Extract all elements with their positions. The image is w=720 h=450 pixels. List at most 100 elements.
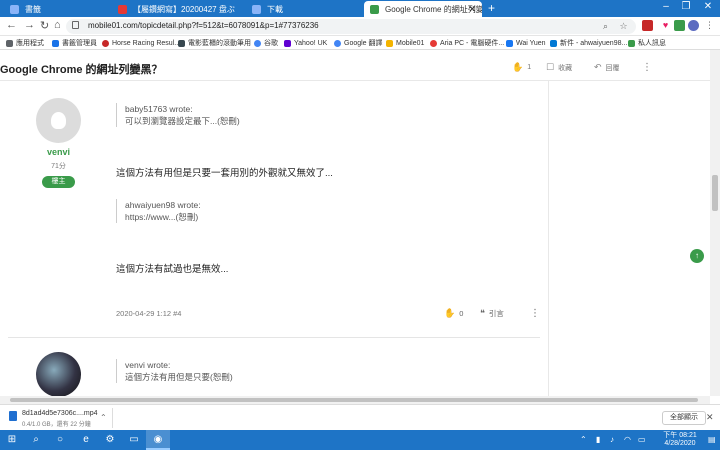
browser-window: 書籤 【屬鑽網寫】20200427 盘ぶ 下載 Google Chrome 的網… xyxy=(0,0,720,450)
windows-start-icon[interactable]: ⊞ xyxy=(0,430,24,450)
profile-avatar[interactable] xyxy=(688,20,699,31)
post-like-count: 0 xyxy=(459,309,464,318)
quote-button[interactable]: ❝ 引言 xyxy=(480,308,504,319)
quote-text[interactable]: 可以到瀏覽器設定最下...(恕刪) xyxy=(125,115,240,127)
bookmark-wai-yuen[interactable]: Wai Yuen xyxy=(506,38,546,48)
tab-bookmarks[interactable]: 書籤 xyxy=(4,1,112,17)
divider xyxy=(112,408,113,428)
volume-icon[interactable]: ♪ xyxy=(610,435,614,444)
vertical-scrollbar[interactable] xyxy=(710,50,720,396)
minimize-button[interactable]: – xyxy=(656,1,676,12)
address-bar[interactable]: mobile01.com/topicdetail.php?f=512&t=607… xyxy=(66,19,636,34)
network-icon[interactable]: ▮ xyxy=(596,435,600,444)
bookmark-manager[interactable]: 書籤管理員 xyxy=(52,38,97,48)
reply-button[interactable]: ↶ 回覆 xyxy=(594,62,620,73)
save-label: 收藏 xyxy=(558,64,573,72)
post-like-button[interactable]: ✋ 0 xyxy=(444,308,463,319)
maximize-button[interactable]: ❐ xyxy=(676,1,696,12)
heart-extension-icon[interactable]: ♥ xyxy=(660,20,671,31)
notification-icon[interactable]: ▤ xyxy=(708,435,716,444)
close-icon[interactable]: ✕ xyxy=(706,412,714,423)
search-icon[interactable]: ⌕ xyxy=(24,430,48,450)
bookmark-label: 電影藍櫃的滾動筆用 xyxy=(188,40,251,47)
quote-label: 引言 xyxy=(488,309,504,318)
bookmark-icon xyxy=(10,4,19,14)
bookmark-aria-pc[interactable]: Aria PC - 電腦硬件... xyxy=(430,38,504,48)
tab-title: 下載 xyxy=(267,4,283,14)
bookmark-google-translate[interactable]: Google 翻譯 xyxy=(334,38,383,48)
avatar[interactable] xyxy=(36,98,81,143)
home-icon[interactable]: ⌂ xyxy=(54,19,61,31)
quote-text[interactable]: https://www...(恕刪) xyxy=(125,211,201,223)
tab-downloads[interactable]: 下載 xyxy=(246,1,362,17)
settings-icon[interactable]: ⚙ xyxy=(98,430,122,450)
site-icon xyxy=(102,39,109,47)
tab-active-topic[interactable]: Google Chrome 的網址列變黑？ ✕ xyxy=(364,1,482,17)
lock-icon xyxy=(72,21,79,29)
username[interactable]: venvi xyxy=(36,147,81,157)
taskbar: ⊞ ⌕ ○ e ⚙ ▭ ◉ ⌃ ▮ ♪ ◠ ▭ 下午 08:21 4/28/20… xyxy=(0,430,720,450)
bookmark-label: 私人訊息 xyxy=(638,40,666,47)
url-text[interactable]: mobile01.com/topicdetail.php?f=512&t=607… xyxy=(88,21,319,30)
tab-title: 【屬鑽網寫】20200427 盘ぶ xyxy=(133,4,235,14)
chevron-up-icon[interactable]: ⌃ xyxy=(100,413,107,422)
close-tab-icon[interactable]: ✕ xyxy=(468,4,476,15)
chevron-up-icon[interactable]: ⌃ xyxy=(580,435,587,444)
search-icon[interactable]: ⌕ xyxy=(600,21,611,32)
bookmark-label: Google 翻譯 xyxy=(344,40,383,47)
quote-text[interactable]: 這個方法有用但是只要(恕刪) xyxy=(125,371,233,383)
extension-icon[interactable] xyxy=(642,20,653,31)
file-explorer-icon[interactable]: ▭ xyxy=(122,430,146,450)
download-status: 0.4/1.0 GB，還有 22 分鐘 xyxy=(22,422,91,428)
scrollbar-thumb[interactable] xyxy=(10,398,698,402)
mobile01-icon xyxy=(370,4,379,14)
post-body: 這個方法有試過也是無效... xyxy=(116,264,229,275)
menu-icon[interactable]: ⋮ xyxy=(704,20,715,31)
extension-icon[interactable] xyxy=(674,20,685,31)
wifi-icon[interactable]: ◠ xyxy=(624,435,631,444)
bookmark-label: 新件 - ahwaiyuen98... xyxy=(560,40,628,47)
tab-youtube[interactable]: 【屬鑽網寫】20200427 盘ぶ xyxy=(112,1,244,17)
download-icon xyxy=(252,4,261,14)
chrome-icon[interactable]: ◉ xyxy=(146,430,170,450)
user-score: 71分 xyxy=(51,163,66,170)
horizontal-scrollbar[interactable] xyxy=(0,396,710,404)
download-filename[interactable]: 8d1ad4d5e7306c....mp4 xyxy=(22,410,98,417)
keyboard-icon[interactable]: ▭ xyxy=(638,435,646,444)
bookmark-yahoo[interactable]: Yahoo! UK xyxy=(284,38,327,48)
quote-block: ahwaiyuen98 wrote: https://www...(恕刪) xyxy=(116,199,201,223)
show-all-button[interactable]: 全部顯示 xyxy=(662,411,706,425)
bookmark-apps[interactable]: 應用程式 xyxy=(6,38,44,48)
bookmark-label: Horse Racing Resul... xyxy=(112,39,181,47)
bookmark-label: Aria PC - 電腦硬件... xyxy=(440,40,505,47)
clock-date: 4/28/2020 xyxy=(664,440,696,447)
clock[interactable]: 下午 08:21 4/28/2020 xyxy=(656,432,704,448)
save-button[interactable]: ☐ 收藏 xyxy=(546,62,572,73)
reply-icon: ↶ xyxy=(594,62,602,72)
star-icon[interactable]: ☆ xyxy=(618,21,629,32)
bookmark-google[interactable]: 谷歌 xyxy=(254,38,278,48)
scrollbar-thumb[interactable] xyxy=(712,175,718,211)
default-avatar-icon xyxy=(51,112,66,129)
forward-icon[interactable]: → xyxy=(24,19,35,31)
new-tab-button[interactable]: + xyxy=(488,1,495,15)
quote-block: venvi wrote: 這個方法有用但是只要(恕刪) xyxy=(116,359,233,383)
bookmark-mobile01[interactable]: Mobile01 xyxy=(386,38,424,48)
edge-icon[interactable]: e xyxy=(74,430,98,450)
back-icon[interactable]: ← xyxy=(6,19,17,31)
bookmark-movie[interactable]: 電影藍櫃的滾動筆用 xyxy=(178,38,251,48)
bookmark-messages[interactable]: 私人訊息 xyxy=(628,38,666,48)
like-count: 1 xyxy=(527,64,532,71)
reload-icon[interactable]: ↻ xyxy=(40,19,49,32)
reply-label: 回覆 xyxy=(605,64,620,72)
scroll-top-button[interactable]: ↑ xyxy=(690,249,704,263)
close-window-button[interactable]: ✕ xyxy=(698,1,718,12)
post-more-icon[interactable]: ⋮ xyxy=(530,308,540,319)
like-button[interactable]: ✋ 1 xyxy=(512,62,531,73)
bookmark-outlook[interactable]: 新件 - ahwaiyuen98... xyxy=(550,38,627,48)
avatar[interactable] xyxy=(36,352,81,396)
task-view-icon[interactable]: ○ xyxy=(48,430,72,450)
more-options-icon[interactable]: ⋮ xyxy=(642,62,652,73)
downloads-bar: 8d1ad4d5e7306c....mp4 0.4/1.0 GB，還有 22 分… xyxy=(0,404,720,430)
bookmark-horse-racing[interactable]: Horse Racing Resul... xyxy=(102,38,180,48)
